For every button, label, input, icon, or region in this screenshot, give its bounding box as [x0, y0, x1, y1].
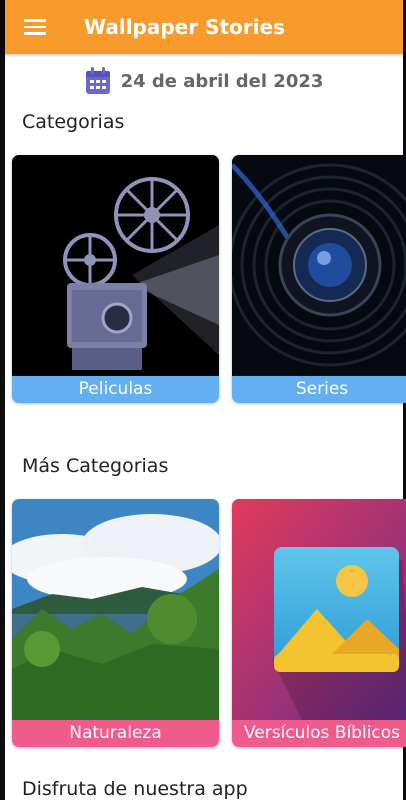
film-projector-image	[12, 155, 219, 376]
card-label: Naturaleza	[12, 720, 219, 747]
section-title-enjoy-app: Disfruta de nuestra app	[22, 778, 248, 800]
card-label: Peliculas	[12, 376, 219, 403]
card-label: Versículos Bíblicos	[232, 720, 406, 747]
card-label: Series	[232, 376, 406, 403]
section-title-more-categories: Más Categorias	[22, 455, 169, 477]
section-title-categories: Categorias	[22, 111, 125, 133]
app-title: Wallpaper Stories	[84, 15, 285, 39]
category-card-peliculas[interactable]: Peliculas	[12, 155, 219, 403]
gallery-image-icon	[232, 499, 406, 720]
left-screen-edge	[0, 0, 5, 800]
category-card-naturaleza[interactable]: Naturaleza	[12, 499, 219, 747]
category-card-versiculos-biblicos[interactable]: Versículos Bíblicos	[232, 499, 406, 747]
nature-landscape-image	[12, 499, 219, 720]
camera-lens-image	[232, 155, 406, 376]
app-bar: Wallpaper Stories	[5, 0, 403, 54]
hamburger-menu-icon	[24, 19, 46, 35]
date-row: 24 de abril del 2023	[5, 64, 403, 98]
calendar-icon	[85, 67, 110, 94]
menu-button[interactable]	[5, 0, 67, 54]
category-card-series[interactable]: Series	[232, 155, 406, 403]
date-text: 24 de abril del 2023	[120, 70, 324, 92]
